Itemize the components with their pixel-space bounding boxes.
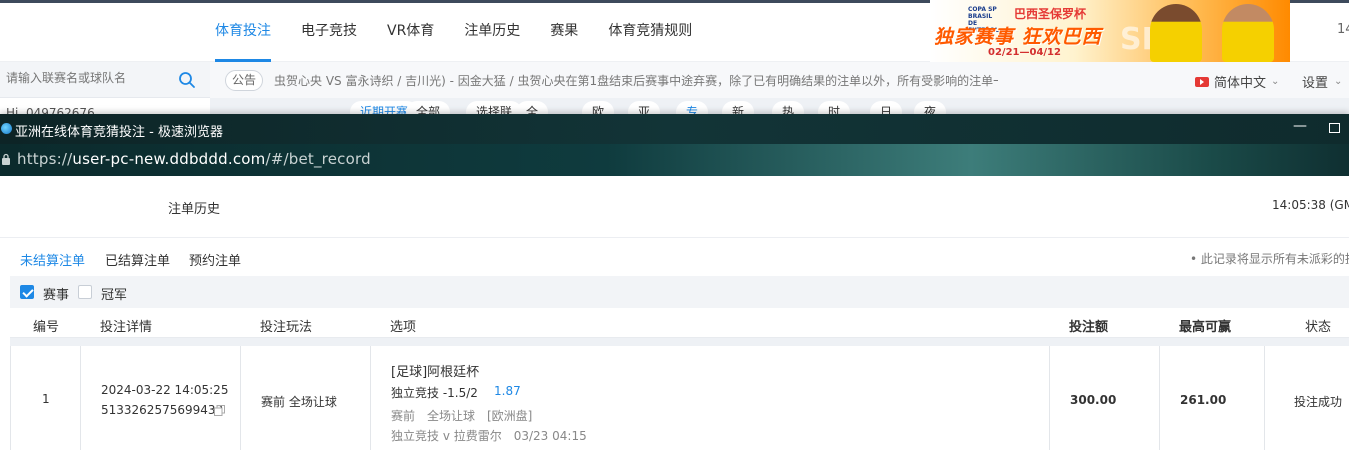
bet-tabs: 未结算注单 已结算注单 预约注单 • 此记录将显示所有未派彩的投	[0, 238, 1349, 279]
url-host: user-pc-new.ddbddd.com	[72, 150, 266, 168]
settings-menu[interactable]: 设置 ⌄	[1302, 72, 1342, 91]
player-image	[1150, 4, 1202, 62]
col-status: 状态	[1305, 320, 1332, 335]
market-info: 赛前 全场让球 [欧洲盘]	[391, 409, 533, 423]
col-stake: 投注额	[1069, 320, 1109, 335]
settings-label: 设置	[1302, 76, 1329, 91]
url-text[interactable]: https://user-pc-new.ddbddd.com/#/bet_rec…	[17, 150, 371, 168]
nav-sports-betting[interactable]: 体育投注	[200, 0, 286, 62]
tab-reserved[interactable]: 预约注单	[189, 250, 241, 277]
page-header: 注单历史 14:05:38 (GMT	[0, 176, 1349, 238]
status: 投注成功	[1294, 395, 1343, 409]
copa-logo: COPA SP BRASIL DE FUTEBOL	[968, 6, 999, 34]
row-index: 1	[42, 392, 50, 406]
banner-date: 02/21—04/12	[988, 47, 1061, 58]
outright-checkbox[interactable]	[78, 285, 92, 299]
cell-divider	[370, 346, 371, 450]
cell-divider	[1264, 346, 1265, 450]
banner-top-text: 巴西圣保罗杯	[1014, 7, 1087, 21]
site-header: 体育投注 电子竞技 VR体育 注单历史 赛果 体育竞猜规则 COPA SP BRA…	[0, 0, 1349, 62]
youtube-flag-icon	[1195, 76, 1209, 87]
language-selector[interactable]: 简体中文 ⌄	[1195, 72, 1279, 91]
table-row: 1 2024-03-22 14:05:25 5133262575699433 赛…	[10, 346, 1349, 450]
window-titlebar[interactable]: 亚洲在线体育竞猜投注 - 极速浏览器 —	[0, 114, 1349, 144]
nav-esports[interactable]: 电子竞技	[286, 0, 372, 62]
address-bar[interactable]: https://user-pc-new.ddbddd.com/#/bet_rec…	[0, 144, 1349, 176]
maximize-icon[interactable]	[1329, 123, 1340, 133]
language-label: 简体中文	[1214, 76, 1267, 91]
nav-vr-sports[interactable]: VR体育	[372, 0, 449, 62]
url-scheme: https://	[17, 150, 73, 168]
selection: 独立竞技 -1.5/2	[391, 386, 478, 400]
col-play-type: 投注玩法	[260, 320, 313, 335]
window-title: 亚洲在线体育竞猜投注 - 极速浏览器	[15, 125, 223, 140]
minimize-icon[interactable]: —	[1290, 118, 1310, 134]
max-win: 261.00	[1180, 393, 1227, 407]
events-label[interactable]: 赛事	[43, 284, 69, 303]
match-info: 独立竞技 v 拉费雷尔 03/23 04:15	[391, 429, 587, 443]
events-checkbox[interactable]	[20, 285, 34, 299]
main-nav: 体育投注 电子竞技 VR体育 注单历史 赛果 体育竞猜规则	[200, 0, 707, 62]
header-right-number: 14	[1337, 22, 1349, 37]
chevron-down-icon: ⌄	[1334, 76, 1343, 87]
notice-bar: 公告 虫贺心央 VS 富永诗织 / 吉川光) - 因金大猛 / 虫贺心央在第1盘…	[210, 62, 1349, 98]
nav-bet-history[interactable]: 注单历史	[449, 0, 535, 62]
sidebar-search-box	[0, 62, 210, 98]
browser-logo-icon	[1, 123, 12, 134]
col-selection: 选项	[390, 320, 417, 335]
search-input[interactable]	[6, 71, 176, 85]
bet-datetime: 2024-03-22 14:05:25	[101, 383, 229, 397]
col-index: 编号	[33, 320, 60, 335]
tab-settled[interactable]: 已结算注单	[105, 250, 170, 277]
player-image	[1222, 4, 1274, 62]
row-separator	[10, 338, 1349, 346]
page-clock: 14:05:38 (GMT	[1272, 198, 1349, 212]
col-details: 投注详情	[100, 320, 153, 335]
search-icon[interactable]	[178, 71, 196, 89]
cell-divider	[240, 346, 241, 450]
odds: 1.87	[494, 384, 521, 398]
outright-label[interactable]: 冠军	[101, 284, 127, 303]
tab-unsettled[interactable]: 未结算注单	[20, 250, 86, 279]
league-name: [足球]阿根廷杯	[391, 365, 480, 380]
url-path: /#/bet_record	[265, 150, 371, 168]
table-header: 编号 投注详情 投注玩法 选项 投注额 最高可赢 状态	[10, 308, 1349, 338]
order-number: 5133262575699433	[101, 403, 224, 417]
lock-icon	[2, 153, 10, 165]
play-type: 赛前 全场让球	[261, 395, 337, 409]
notice-badge: 公告	[225, 70, 264, 91]
records-note: • 此记录将显示所有未派彩的投	[1190, 252, 1349, 266]
cell-divider	[1159, 346, 1160, 450]
stake: 300.00	[1070, 393, 1117, 407]
col-max-win: 最高可赢	[1179, 320, 1232, 335]
cell-divider	[1049, 346, 1050, 450]
nav-rules[interactable]: 体育竞猜规则	[593, 0, 707, 62]
cell-divider	[80, 346, 81, 450]
notice-text[interactable]: 虫贺心央 VS 富永诗织 / 吉川光) - 因金大猛 / 虫贺心央在第1盘结束后…	[274, 72, 998, 89]
page-title: 注单历史	[168, 202, 221, 217]
popup-browser-window: 亚洲在线体育竞猜投注 - 极速浏览器 — https://user-pc-new…	[0, 114, 1349, 450]
chevron-down-icon: ⌄	[1271, 76, 1280, 87]
promo-banner[interactable]: COPA SP BRASIL DE FUTEBOL 巴西圣保罗杯 独家赛事 狂欢巴西…	[930, 0, 1290, 62]
type-filter: 赛事 冠军	[10, 276, 1349, 308]
banner-main-text: 独家赛事 狂欢巴西	[934, 26, 1102, 48]
nav-results[interactable]: 赛果	[535, 0, 593, 62]
copy-icon[interactable]	[214, 405, 225, 416]
